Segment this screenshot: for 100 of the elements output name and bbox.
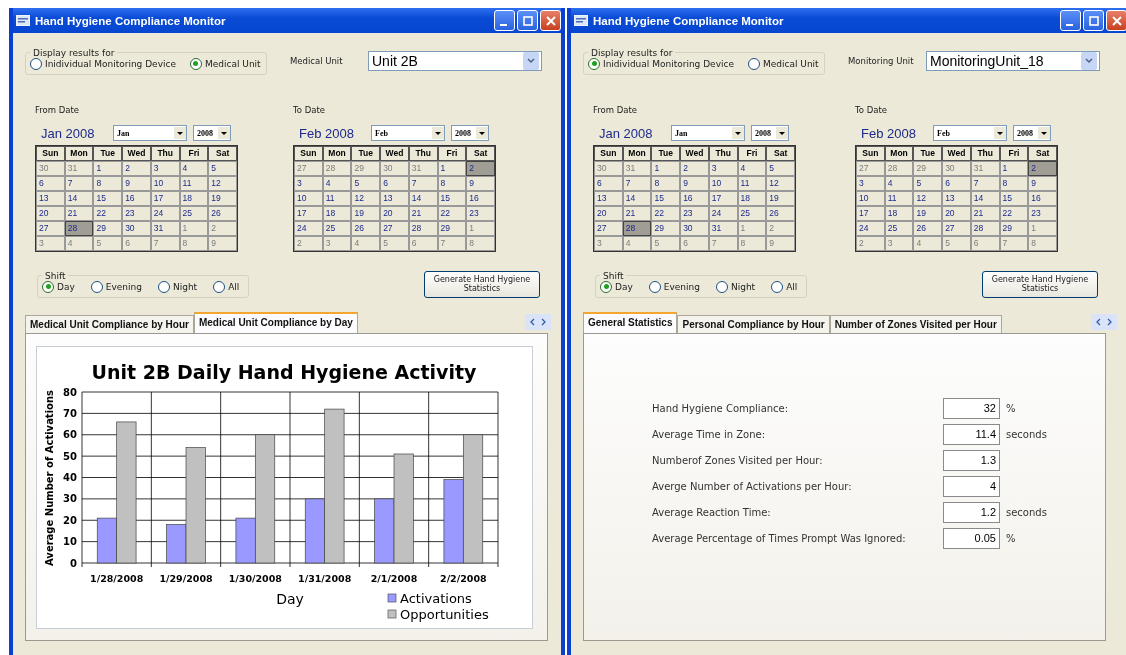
calendar-day[interactable]: 3 bbox=[594, 236, 623, 251]
radio-button[interactable] bbox=[715, 280, 728, 293]
calendar-day[interactable]: 23 bbox=[466, 206, 495, 221]
radio-button[interactable] bbox=[600, 280, 612, 293]
calendar-day[interactable]: 24 bbox=[150, 206, 180, 221]
tab[interactable]: Medical Unit Compliance by Hour bbox=[25, 315, 194, 333]
radio-button[interactable] bbox=[90, 280, 103, 293]
calendar-day[interactable]: 21 bbox=[970, 206, 1000, 221]
calendar-day[interactable]: 15 bbox=[93, 191, 123, 206]
radio-button[interactable] bbox=[30, 57, 42, 70]
calendar-day[interactable]: 30 bbox=[594, 161, 623, 176]
calendar-day[interactable]: 8 bbox=[1028, 236, 1057, 251]
calendar-day[interactable]: 5 bbox=[93, 236, 123, 251]
calendar-day[interactable]: 2 bbox=[294, 236, 323, 251]
calendar-day[interactable]: 26 bbox=[208, 206, 237, 221]
calendar-day[interactable]: 11 bbox=[179, 176, 209, 191]
calendar-day[interactable]: 11 bbox=[322, 191, 352, 206]
calendar-day[interactable]: 14 bbox=[64, 191, 94, 206]
calendar-day[interactable]: 5 bbox=[913, 176, 943, 191]
radio-option[interactable]: Medical Unit bbox=[189, 57, 261, 70]
calendar-day[interactable]: 1 bbox=[437, 161, 467, 176]
calendar-day[interactable]: 17 bbox=[856, 206, 885, 221]
calendar-day[interactable]: 2 bbox=[466, 161, 495, 176]
calendar-day[interactable]: 7 bbox=[408, 176, 438, 191]
calendar-day[interactable]: 16 bbox=[466, 191, 495, 206]
calendar-day[interactable]: 6 bbox=[594, 176, 623, 191]
calendar-day[interactable]: 29 bbox=[913, 161, 943, 176]
calendar-day[interactable]: 24 bbox=[856, 221, 885, 236]
calendar-day[interactable]: 31 bbox=[408, 161, 438, 176]
calendar-day[interactable]: 22 bbox=[999, 206, 1029, 221]
calendar-day[interactable]: 31 bbox=[64, 161, 94, 176]
calendar-day[interactable]: 28 bbox=[408, 221, 438, 236]
calendar-day[interactable]: 8 bbox=[737, 236, 767, 251]
generate-button[interactable]: Generate Hand Hygiene Statistics bbox=[982, 270, 1098, 298]
calendar-day[interactable]: 19 bbox=[208, 191, 237, 206]
calendar-day[interactable]: 25 bbox=[884, 221, 914, 236]
calendar-day[interactable]: 4 bbox=[622, 236, 652, 251]
calendar-day[interactable]: 16 bbox=[122, 191, 151, 206]
calendar-day[interactable]: 10 bbox=[294, 191, 323, 206]
radio-button[interactable] bbox=[771, 280, 784, 293]
calendar-day[interactable]: 1 bbox=[93, 161, 123, 176]
calendar-day[interactable]: 23 bbox=[680, 206, 709, 221]
calendar-day[interactable]: 8 bbox=[179, 236, 209, 251]
year-dropdown[interactable]: 2008 bbox=[751, 125, 789, 141]
calendar-day[interactable]: 26 bbox=[913, 221, 943, 236]
minimize-button[interactable] bbox=[494, 10, 515, 31]
calendar-day[interactable]: 13 bbox=[36, 191, 65, 206]
radio-option[interactable]: Night bbox=[157, 280, 198, 293]
calendar-day[interactable]: 18 bbox=[179, 191, 209, 206]
calendar-day[interactable]: 3 bbox=[856, 176, 885, 191]
calendar-day[interactable]: 3 bbox=[322, 236, 352, 251]
calendar-day[interactable]: 15 bbox=[999, 191, 1029, 206]
calendar-day[interactable]: 7 bbox=[970, 176, 1000, 191]
unit-dropdown[interactable]: MonitoringUnit_18 bbox=[926, 51, 1100, 71]
calendar-day[interactable]: 12 bbox=[351, 191, 381, 206]
calendar-day[interactable]: 3 bbox=[36, 236, 65, 251]
calendar-day[interactable]: 17 bbox=[294, 206, 323, 221]
tab[interactable]: Medical Unit Compliance by Day bbox=[193, 312, 358, 333]
calendar-day[interactable]: 4 bbox=[351, 236, 381, 251]
calendar-day[interactable]: 13 bbox=[380, 191, 409, 206]
calendar-day[interactable]: 5 bbox=[766, 161, 795, 176]
radio-button[interactable] bbox=[588, 57, 600, 70]
calendar-day[interactable]: 6 bbox=[942, 176, 971, 191]
calendar-day[interactable]: 27 bbox=[380, 221, 409, 236]
calendar-day[interactable]: 5 bbox=[651, 236, 681, 251]
calendar-day[interactable]: 19 bbox=[351, 206, 381, 221]
calendar-day[interactable]: 30 bbox=[380, 161, 409, 176]
calendar-day[interactable]: 4 bbox=[179, 161, 209, 176]
calendar-day[interactable]: 29 bbox=[93, 221, 123, 236]
calendar-day[interactable]: 4 bbox=[737, 161, 767, 176]
calendar-day[interactable]: 15 bbox=[651, 191, 681, 206]
tab[interactable]: General Statistics bbox=[583, 312, 678, 333]
calendar-day[interactable]: 5 bbox=[208, 161, 237, 176]
calendar-day[interactable]: 20 bbox=[380, 206, 409, 221]
calendar-day[interactable]: 14 bbox=[970, 191, 1000, 206]
calendar-day[interactable]: 26 bbox=[766, 206, 795, 221]
calendar-day[interactable]: 27 bbox=[36, 221, 65, 236]
calendar-day[interactable]: 5 bbox=[380, 236, 409, 251]
calendar-day[interactable]: 10 bbox=[150, 176, 180, 191]
calendar-day[interactable]: 2 bbox=[680, 161, 709, 176]
calendar-day[interactable]: 6 bbox=[380, 176, 409, 191]
calendar-day[interactable]: 31 bbox=[622, 161, 652, 176]
maximize-button[interactable] bbox=[1083, 10, 1104, 31]
calendar-day[interactable]: 27 bbox=[594, 221, 623, 236]
radio-button[interactable] bbox=[42, 280, 54, 293]
calendar-day[interactable]: 14 bbox=[408, 191, 438, 206]
radio-option[interactable]: All bbox=[213, 280, 240, 293]
calendar-day[interactable]: 2 bbox=[208, 221, 237, 236]
calendar-day[interactable]: 18 bbox=[884, 206, 914, 221]
month-dropdown[interactable]: Feb bbox=[371, 125, 445, 141]
calendar-day[interactable]: 21 bbox=[622, 206, 652, 221]
calendar-day[interactable]: 27 bbox=[294, 161, 323, 176]
calendar-day[interactable]: 4 bbox=[884, 176, 914, 191]
calendar-day[interactable]: 3 bbox=[884, 236, 914, 251]
calendar-day[interactable]: 20 bbox=[594, 206, 623, 221]
generate-button[interactable]: Generate Hand Hygiene Statistics bbox=[424, 270, 540, 298]
close-button[interactable] bbox=[1106, 10, 1126, 31]
calendar-day[interactable]: 8 bbox=[999, 176, 1029, 191]
calendar-day[interactable]: 31 bbox=[970, 161, 1000, 176]
minimize-button[interactable] bbox=[1060, 10, 1081, 31]
